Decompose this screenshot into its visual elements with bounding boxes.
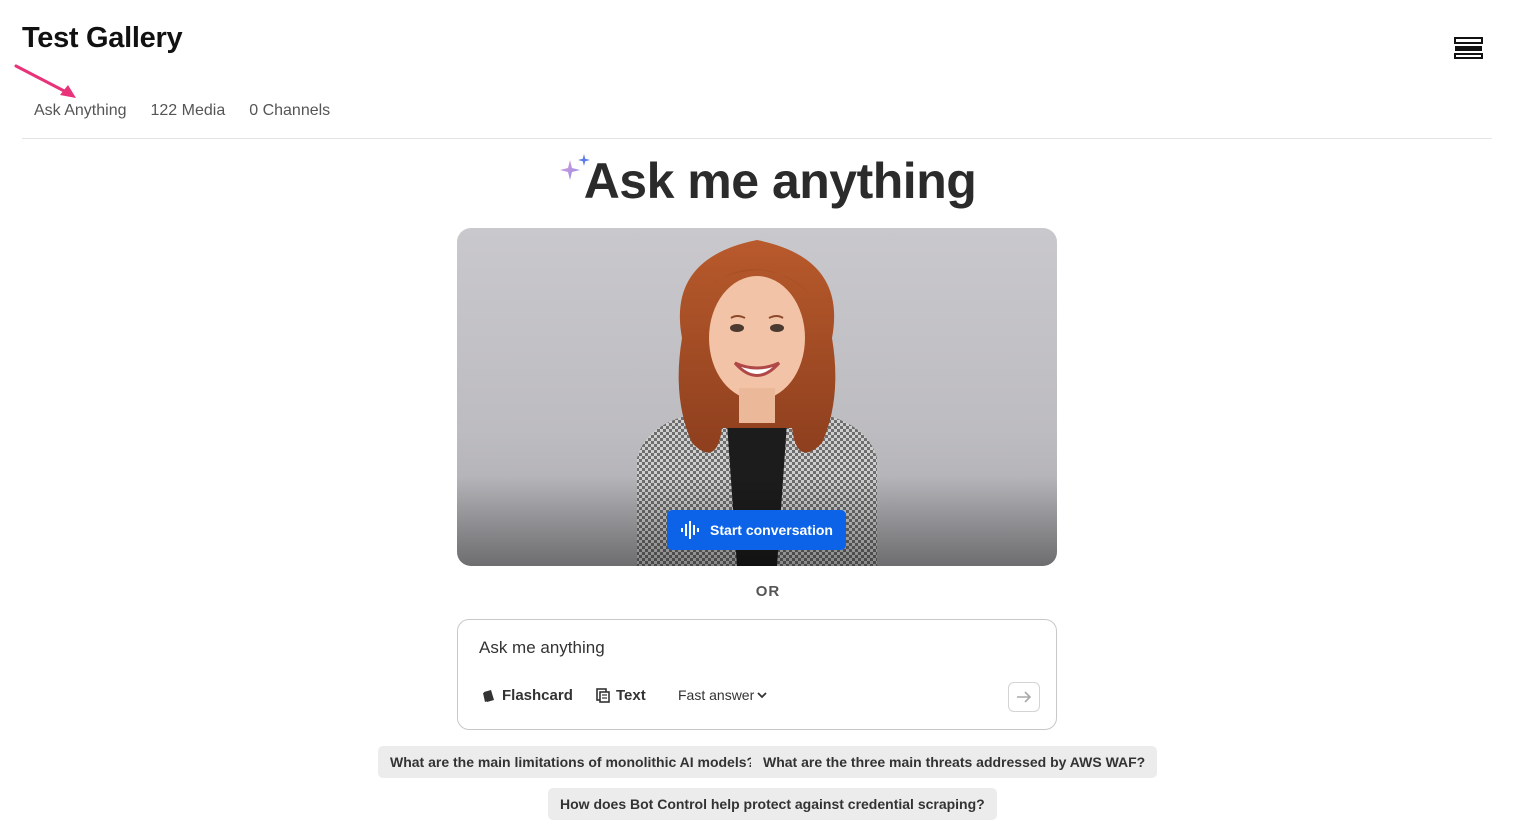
menu-icon [1454, 37, 1483, 59]
hero: Ask me anything [0, 152, 1536, 210]
chevron-down-icon [757, 692, 767, 699]
annotation-arrow-icon [14, 64, 76, 98]
document-copy-icon [596, 688, 610, 703]
tab-media[interactable]: 122 Media [139, 100, 238, 122]
flashcard-icon [483, 689, 494, 702]
send-button[interactable] [1008, 682, 1040, 712]
flashcard-button[interactable]: Flashcard [482, 687, 573, 704]
start-conversation-label: Start conversation [710, 522, 833, 538]
avatar-video[interactable]: Start conversation [457, 228, 1057, 566]
answer-mode-select[interactable]: Fast answer [678, 687, 767, 703]
menu-button[interactable] [1452, 34, 1486, 62]
arrow-right-icon [1017, 691, 1032, 703]
text-button[interactable]: Text [596, 687, 646, 704]
tab-channels[interactable]: 0 Channels [237, 100, 342, 122]
suggestion-chip[interactable]: How does Bot Control help protect agains… [548, 788, 997, 820]
or-divider: OR [755, 583, 781, 600]
tab-ask-anything[interactable]: Ask Anything [22, 100, 139, 122]
ask-box: Flashcard Text Fast answer [457, 619, 1057, 730]
tab-bar: Ask Anything 122 Media 0 Channels [22, 100, 1492, 139]
sparkle-icon [559, 154, 590, 180]
flashcard-label: Flashcard [502, 687, 573, 704]
suggestion-chip[interactable]: What are the three main threats addresse… [751, 746, 1158, 778]
answer-mode-value: Fast answer [678, 687, 755, 703]
start-conversation-button[interactable]: Start conversation [667, 510, 846, 550]
text-label: Text [616, 687, 646, 704]
suggestion-chip[interactable]: What are the main limitations of monolit… [378, 746, 768, 778]
waveform-icon [681, 521, 700, 539]
hero-title: Ask me anything [583, 153, 977, 209]
page-title: Test Gallery [22, 22, 183, 54]
ask-input[interactable] [479, 638, 1019, 658]
